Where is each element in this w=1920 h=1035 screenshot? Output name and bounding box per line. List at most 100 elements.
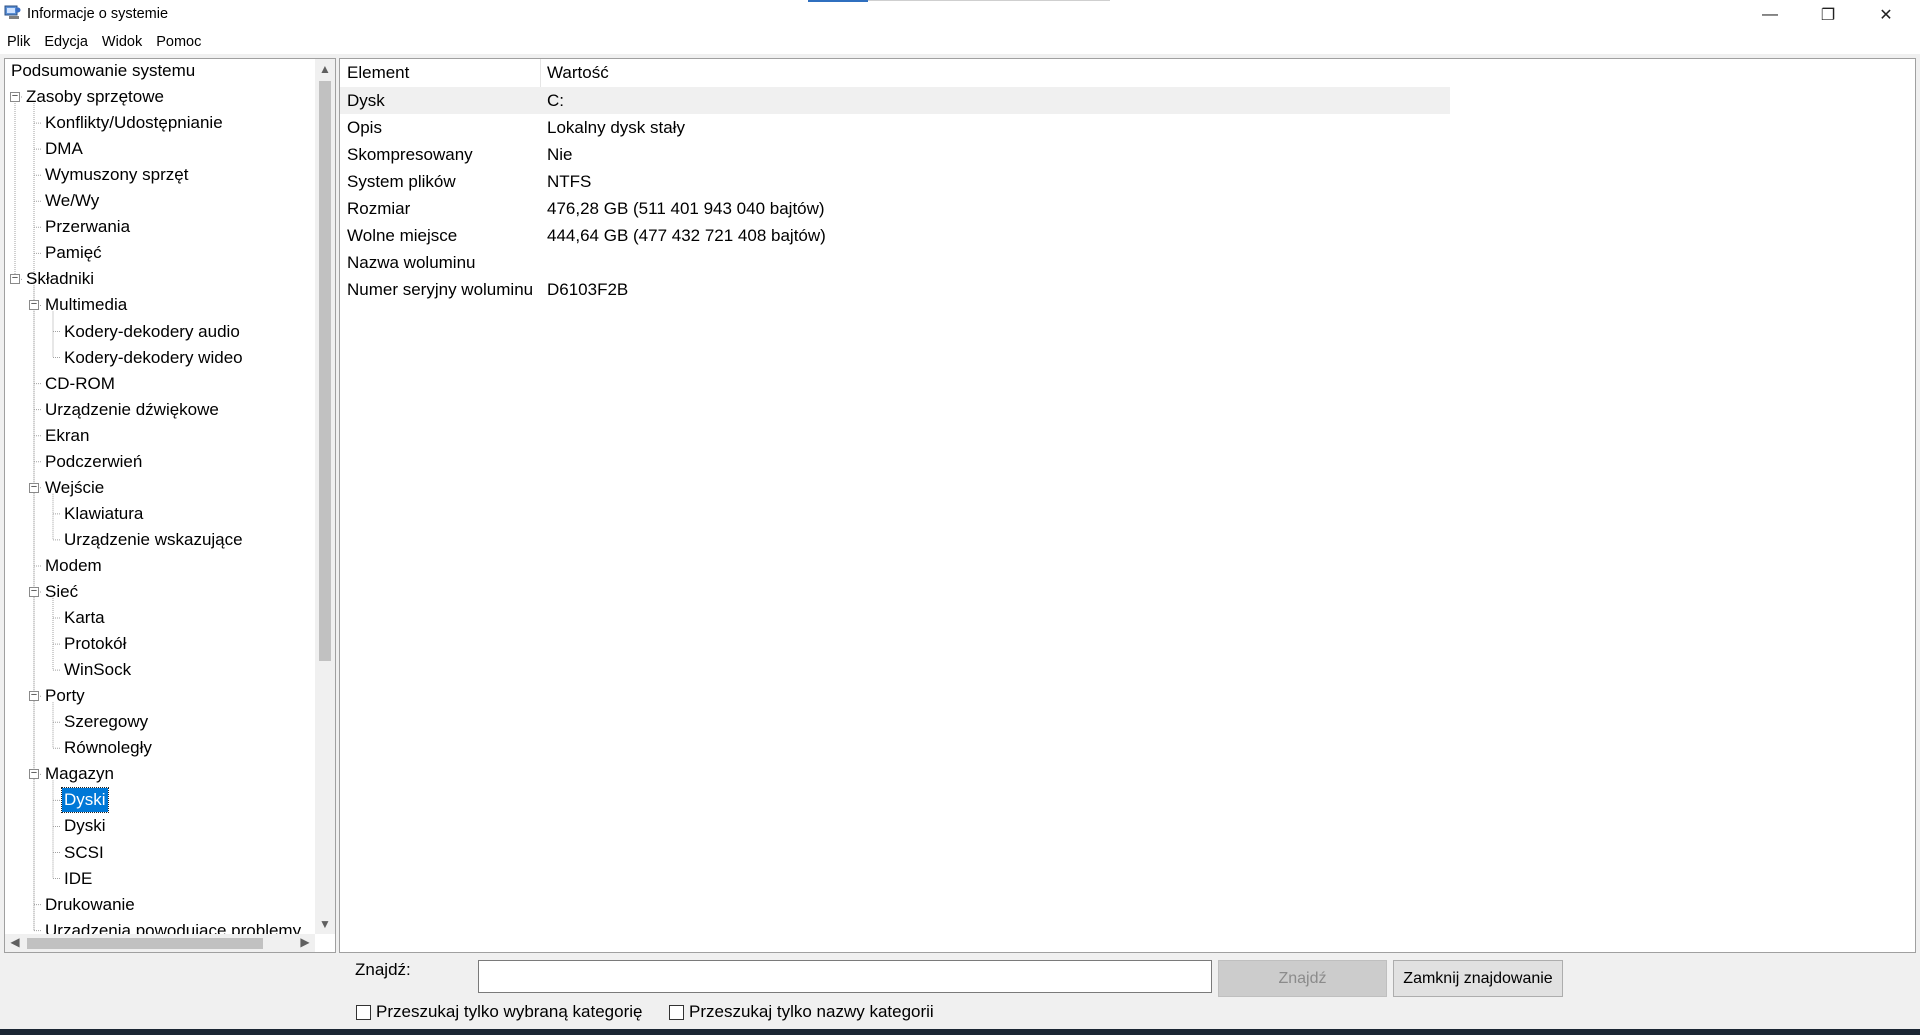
tree-item[interactable]: SCSI [5,841,311,865]
tree-item-label: Urządzenie dźwiękowe [45,399,219,419]
scroll-down-icon[interactable]: ▼ [315,914,335,934]
details-row[interactable]: Opis Lokalny dysk stały [340,114,1450,141]
tree-item[interactable]: We/Wy [5,189,311,213]
tree-item[interactable]: Przerwania [5,215,311,239]
tree-item[interactable]: − Składniki [5,267,311,291]
collapse-toggle-icon[interactable]: − [29,586,39,597]
tree-item-label: Składniki [26,269,95,289]
scroll-up-icon[interactable]: ▲ [315,59,335,79]
details-cell-value: Nie [547,145,573,164]
category-tree[interactable]: Podsumowanie systemu − Zasoby sprzętowe Kon… [4,58,336,953]
tree-item[interactable]: Równoległy [5,736,311,760]
details-cell-value: 476,28 GB (511 401 943 040 bajtów) [547,199,825,218]
details-row[interactable]: Numer seryjny woluminu D6103F2B [340,276,1450,303]
tree-item[interactable]: − Porty [5,684,311,708]
tree-item-label: Magazyn [45,764,114,784]
tree-item-label: Klawiatura [64,503,144,523]
find-input[interactable] [478,960,1212,993]
title-accent [808,0,868,2]
menu-edit[interactable]: Edycja [44,34,88,50]
tree-item[interactable]: Podsumowanie systemu [5,59,311,83]
tree-item[interactable]: Podczerwień [5,450,311,474]
search-selected-category-checkbox[interactable] [356,1004,371,1020]
tree-item[interactable]: IDE [5,867,311,891]
window-title: Informacje o systemie [27,6,169,22]
details-cell-element: Wolne miejsce [347,226,458,245]
tree-item[interactable]: Konflikty/Udostępnianie [5,111,311,135]
tree-horizontal-scroll-thumb[interactable] [27,938,263,949]
tree-item-label: Drukowanie [45,894,135,914]
tree-item-label: Urządzenie wskazujące [64,529,243,549]
menu-file[interactable]: Plik [7,34,30,50]
tree-item-label: Zasoby sprzętowe [26,87,164,107]
collapse-toggle-icon[interactable]: − [29,690,39,702]
tree-vertical-scrollbar[interactable]: ▲ ▼ [315,59,335,934]
tree-item[interactable]: − Multimedia [5,293,311,317]
tree-item-label: Protokół [64,634,127,654]
search-selected-category-option[interactable]: Przeszukaj tylko wybraną kategorię [356,1002,642,1022]
search-category-names-option[interactable]: Przeszukaj tylko nazwy kategorii [669,1002,934,1022]
menu-view[interactable]: Widok [102,34,142,50]
tree-item[interactable]: Urządzenie wskazujące [5,528,311,552]
column-header-value[interactable]: Wartość [547,59,609,87]
tree-item[interactable]: Kodery-dekodery audio [5,320,311,344]
tree-horizontal-scrollbar[interactable]: ◀ ▶ [5,934,315,952]
tree-item-label: Multimedia [45,295,128,315]
details-list[interactable]: Element Wartość Dysk C: Opis Lokalny dysk s… [339,58,1916,953]
title-divider [868,0,1110,1]
scroll-right-icon[interactable]: ▶ [295,933,315,951]
details-cell-element: Rozmiar [347,199,411,218]
find-button[interactable]: Znajdź [1218,960,1387,997]
details-row[interactable]: Rozmiar 476,28 GB (511 401 943 040 bajtów… [340,195,1450,222]
collapse-toggle-icon[interactable]: − [29,768,39,780]
tree-item[interactable]: Urządzenie dźwiękowe [5,398,311,422]
tree-item[interactable]: − Wejście [5,476,311,500]
close-find-button[interactable]: Zamknij znajdowanie [1393,960,1563,997]
menu-help[interactable]: Pomoc [156,34,201,50]
details-row[interactable]: Dysk C: [340,87,1450,114]
tree-item[interactable]: Modem [5,554,311,578]
tree-item[interactable]: Szeregowy [5,710,311,734]
minimize-button[interactable]: — [1741,0,1799,29]
tree-item-label: Sieć [45,582,79,601]
tree-item[interactable]: Dyski [5,787,311,814]
tree-item[interactable]: Pamięć [5,241,311,265]
tree-item-label: Karta [64,608,105,628]
collapse-toggle-icon[interactable]: − [29,299,39,311]
tree-item-label: Konflikty/Udostępnianie [45,113,223,133]
tree-vertical-scroll-thumb[interactable] [319,81,331,661]
tree-item-label: Porty [45,686,85,706]
tree-item[interactable]: Kodery-dekodery wideo [5,346,311,370]
details-row[interactable]: Wolne miejsce 444,64 GB (477 432 721 408 … [340,222,1450,249]
tree-item[interactable]: Wymuszony sprzęt [5,163,311,187]
details-cell-value: C: [547,91,564,110]
details-row[interactable]: System plików NTFS [340,168,1450,195]
collapse-toggle-icon[interactable]: − [29,481,39,493]
tree-item[interactable]: CD-ROM [5,372,311,396]
column-header-element[interactable]: Element [347,59,409,87]
tree-item[interactable]: Dyski [5,814,311,838]
tree-item[interactable]: − Zasoby sprzętowe [5,85,311,109]
tree-item[interactable]: WinSock [5,658,311,682]
scroll-left-icon[interactable]: ◀ [5,933,25,951]
search-category-names-checkbox[interactable] [669,1004,684,1020]
tree-item[interactable]: Klawiatura [5,502,311,526]
details-row[interactable]: Nazwa woluminu [340,249,1450,276]
tree-item[interactable]: − Sieć [5,580,311,604]
tree-item[interactable]: Ekran [5,424,311,448]
close-button[interactable]: ✕ [1857,0,1915,29]
tree-item-label: Szeregowy [64,712,149,732]
tree-item-label: Kodery-dekodery wideo [64,347,243,367]
tree-item[interactable]: Karta [5,606,311,630]
details-row[interactable]: Skompresowany Nie [340,141,1450,168]
tree-item[interactable]: Protokół [5,632,311,656]
maximize-button[interactable]: ❐ [1799,0,1857,29]
collapse-toggle-icon[interactable]: − [10,273,20,285]
details-cell-value: Lokalny dysk stały [547,118,685,137]
tree-item[interactable]: − Magazyn [5,762,311,786]
collapse-toggle-icon[interactable]: − [10,91,20,103]
tree-item[interactable]: DMA [5,137,311,161]
column-divider[interactable] [540,59,541,87]
tree-item-label: Wymuszony sprzęt [45,165,189,185]
tree-item[interactable]: Drukowanie [5,893,311,917]
